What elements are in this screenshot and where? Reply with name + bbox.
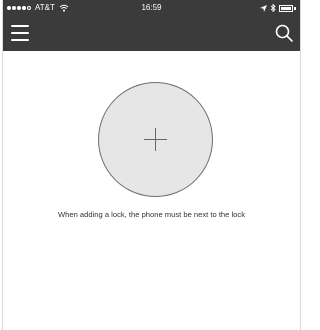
app-screen: AT&T 16:59 When adding a lock, the phone… — [2, 0, 301, 330]
plus-icon-bar — [144, 139, 167, 140]
hamburger-menu-icon[interactable] — [11, 25, 29, 41]
search-icon[interactable] — [274, 23, 294, 43]
status-bar: AT&T 16:59 — [3, 0, 300, 16]
add-lock-button[interactable] — [98, 82, 213, 197]
battery-cap — [294, 6, 296, 10]
location-arrow-icon — [260, 4, 267, 12]
battery-icon — [279, 4, 293, 12]
bluetooth-icon — [270, 4, 276, 12]
status-time: 16:59 — [141, 3, 162, 12]
add-lock-hint: When adding a lock, the phone must be ne… — [57, 210, 245, 219]
status-right — [260, 0, 296, 16]
nav-bar — [3, 16, 300, 51]
